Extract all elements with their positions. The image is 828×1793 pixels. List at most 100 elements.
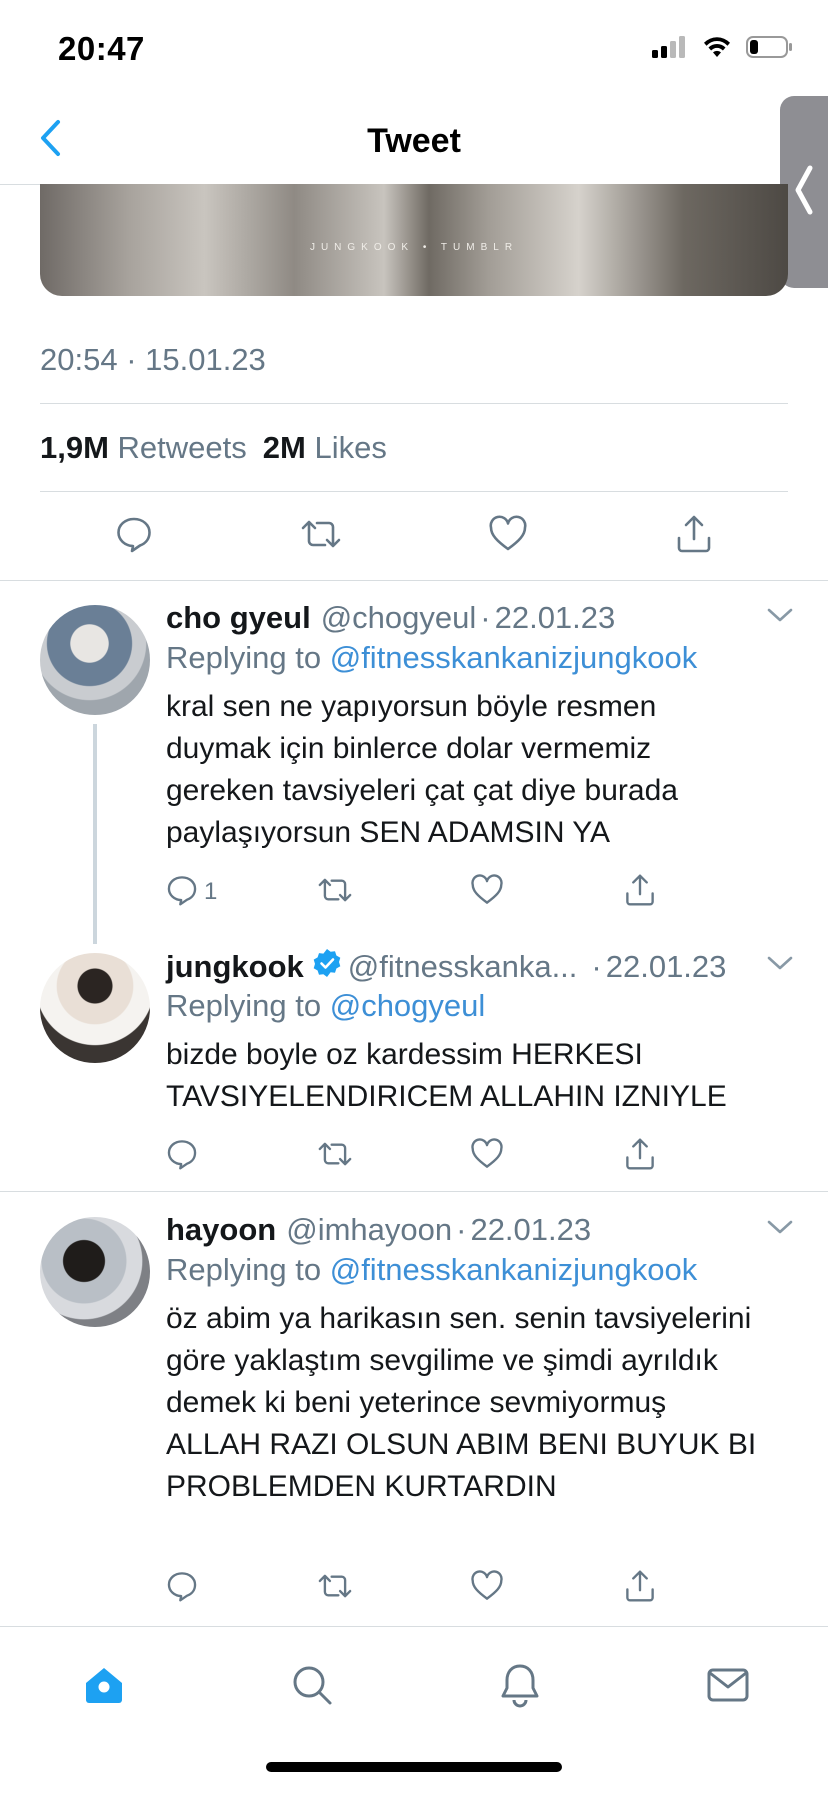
replying-to-handle[interactable]: @fitnesskankanizjungkook <box>330 1252 698 1287</box>
reply-author-name[interactable]: hayoon <box>166 1212 276 1248</box>
media-watermark: JUNGKOOK • TUMBLR <box>309 242 519 253</box>
separator-dot: · <box>456 1212 467 1247</box>
reply-action-bar <box>166 1566 666 1610</box>
share-icon <box>675 514 713 559</box>
replying-to-line: Replying to @chogyeul <box>166 988 485 1024</box>
reply-date: 22.01.23 <box>494 600 616 635</box>
tab-search[interactable] <box>282 1657 342 1717</box>
replying-to-handle[interactable]: @chogyeul <box>330 988 486 1023</box>
share-icon <box>624 1569 656 1608</box>
reply-item[interactable]: cho gyeul @chogyeul · 22.01.23 Replying … <box>0 600 828 944</box>
reply-header: hayoon @imhayoon · 22.01.23 <box>166 1212 591 1248</box>
status-bar: 20:47 <box>0 0 828 96</box>
share-button[interactable] <box>624 1566 656 1610</box>
reply-author-handle[interactable]: @fitnesskanka... <box>348 949 578 985</box>
reply-button[interactable] <box>166 1134 198 1178</box>
home-icon <box>82 1663 126 1712</box>
share-button[interactable] <box>624 1134 656 1178</box>
divider <box>0 580 828 581</box>
verified-badge-icon <box>312 948 342 986</box>
replying-to-line: Replying to @fitnesskankanizjungkook <box>166 1252 697 1288</box>
reply-item[interactable]: hayoon @imhayoon · 22.01.23 Replying to … <box>0 1212 828 1612</box>
tweet-media-image[interactable]: JUNGKOOK • TUMBLR <box>40 184 788 296</box>
retweets-count: 1,9M <box>40 430 109 465</box>
tweet-timestamp: 20:54 · 15.01.23 <box>40 342 266 377</box>
notifications-icon <box>498 1662 542 1713</box>
retweet-icon <box>316 1570 354 1607</box>
tweet-menu-button[interactable] <box>766 1218 794 1241</box>
like-button[interactable] <box>470 1566 504 1610</box>
reply-text: kral sen ne yapıyorsun böyle resmen duym… <box>166 690 678 849</box>
search-icon <box>290 1663 334 1712</box>
home-indicator <box>266 1762 562 1772</box>
like-button[interactable] <box>470 1134 504 1178</box>
reply-text: bizde boyle oz kardessim HERKESI TAVSIYE… <box>166 1038 727 1113</box>
tab-messages[interactable] <box>698 1657 758 1717</box>
avatar[interactable] <box>40 953 150 1063</box>
share-icon <box>624 873 656 912</box>
retweet-button[interactable] <box>316 1566 354 1610</box>
replying-label: Replying to <box>166 640 322 675</box>
page-title: Tweet <box>367 122 461 160</box>
reply-date: 22.01.23 <box>605 949 727 984</box>
reply-action-bar <box>166 1134 666 1178</box>
tweet-action-bar <box>40 508 788 564</box>
status-icons <box>652 36 794 63</box>
divider <box>0 1191 828 1192</box>
reply-button[interactable] <box>106 508 162 564</box>
reply-action-bar: 1 <box>166 870 666 914</box>
thread-line <box>93 724 97 944</box>
reply-text: öz abim ya harikasın sen. senin tavsiyel… <box>166 1302 757 1503</box>
likes-label: Likes <box>314 430 387 465</box>
like-button[interactable] <box>480 508 536 564</box>
reply-item[interactable]: jungkook @fitnesskanka... · 22.01.23 Rep… <box>0 948 828 1188</box>
retweets-label: Retweets <box>117 430 247 465</box>
share-button[interactable] <box>624 870 656 914</box>
tab-notifications[interactable] <box>490 1657 550 1717</box>
status-time: 20:47 <box>58 30 145 67</box>
reply-author-name[interactable]: cho gyeul <box>166 600 311 636</box>
divider <box>40 491 788 492</box>
retweet-button[interactable] <box>316 1134 354 1178</box>
share-button[interactable] <box>666 508 722 564</box>
tab-home[interactable] <box>74 1657 134 1717</box>
share-icon <box>624 1137 656 1176</box>
like-button[interactable] <box>470 870 504 914</box>
tweet-menu-button[interactable] <box>766 954 794 977</box>
likes-stat[interactable]: 2M Likes <box>263 430 387 466</box>
navigation-header: Tweet <box>0 96 828 185</box>
avatar[interactable] <box>40 1217 150 1327</box>
avatar[interactable] <box>40 605 150 715</box>
reply-author-handle[interactable]: @chogyeul <box>321 600 477 636</box>
tweet-stats: 1,9M Retweets 2M Likes <box>40 430 387 466</box>
like-icon <box>488 514 528 558</box>
reply-count: 1 <box>204 878 218 905</box>
like-icon <box>470 873 504 911</box>
chevron-down-icon <box>766 1220 794 1240</box>
cellular-signal-icon <box>652 36 688 63</box>
reply-header: jungkook @fitnesskanka... · 22.01.23 <box>166 948 726 986</box>
retweet-icon <box>299 515 343 558</box>
reply-button[interactable]: 1 <box>166 870 217 914</box>
retweet-button[interactable] <box>316 870 354 914</box>
divider <box>40 403 788 404</box>
retweets-stat[interactable]: 1,9M Retweets <box>40 430 247 466</box>
reply-author-handle[interactable]: @imhayoon <box>286 1212 452 1248</box>
like-icon <box>470 1137 504 1175</box>
tweet-menu-button[interactable] <box>766 606 794 629</box>
replying-label: Replying to <box>166 1252 322 1287</box>
reply-author-name[interactable]: jungkook <box>166 949 304 985</box>
separator-dot: · <box>480 600 491 635</box>
separator-dot: · <box>591 949 602 984</box>
likes-count: 2M <box>262 430 306 465</box>
reply-icon <box>115 515 153 558</box>
battery-icon <box>746 36 794 63</box>
reply-date: 22.01.23 <box>470 1212 592 1247</box>
chevron-down-icon <box>766 956 794 976</box>
replying-label: Replying to <box>166 988 322 1023</box>
replying-to-handle[interactable]: @fitnesskankanizjungkook <box>330 640 698 675</box>
retweet-icon <box>316 1138 354 1175</box>
reply-button[interactable] <box>166 1566 198 1610</box>
reply-icon <box>166 874 198 911</box>
retweet-button[interactable] <box>293 508 349 564</box>
